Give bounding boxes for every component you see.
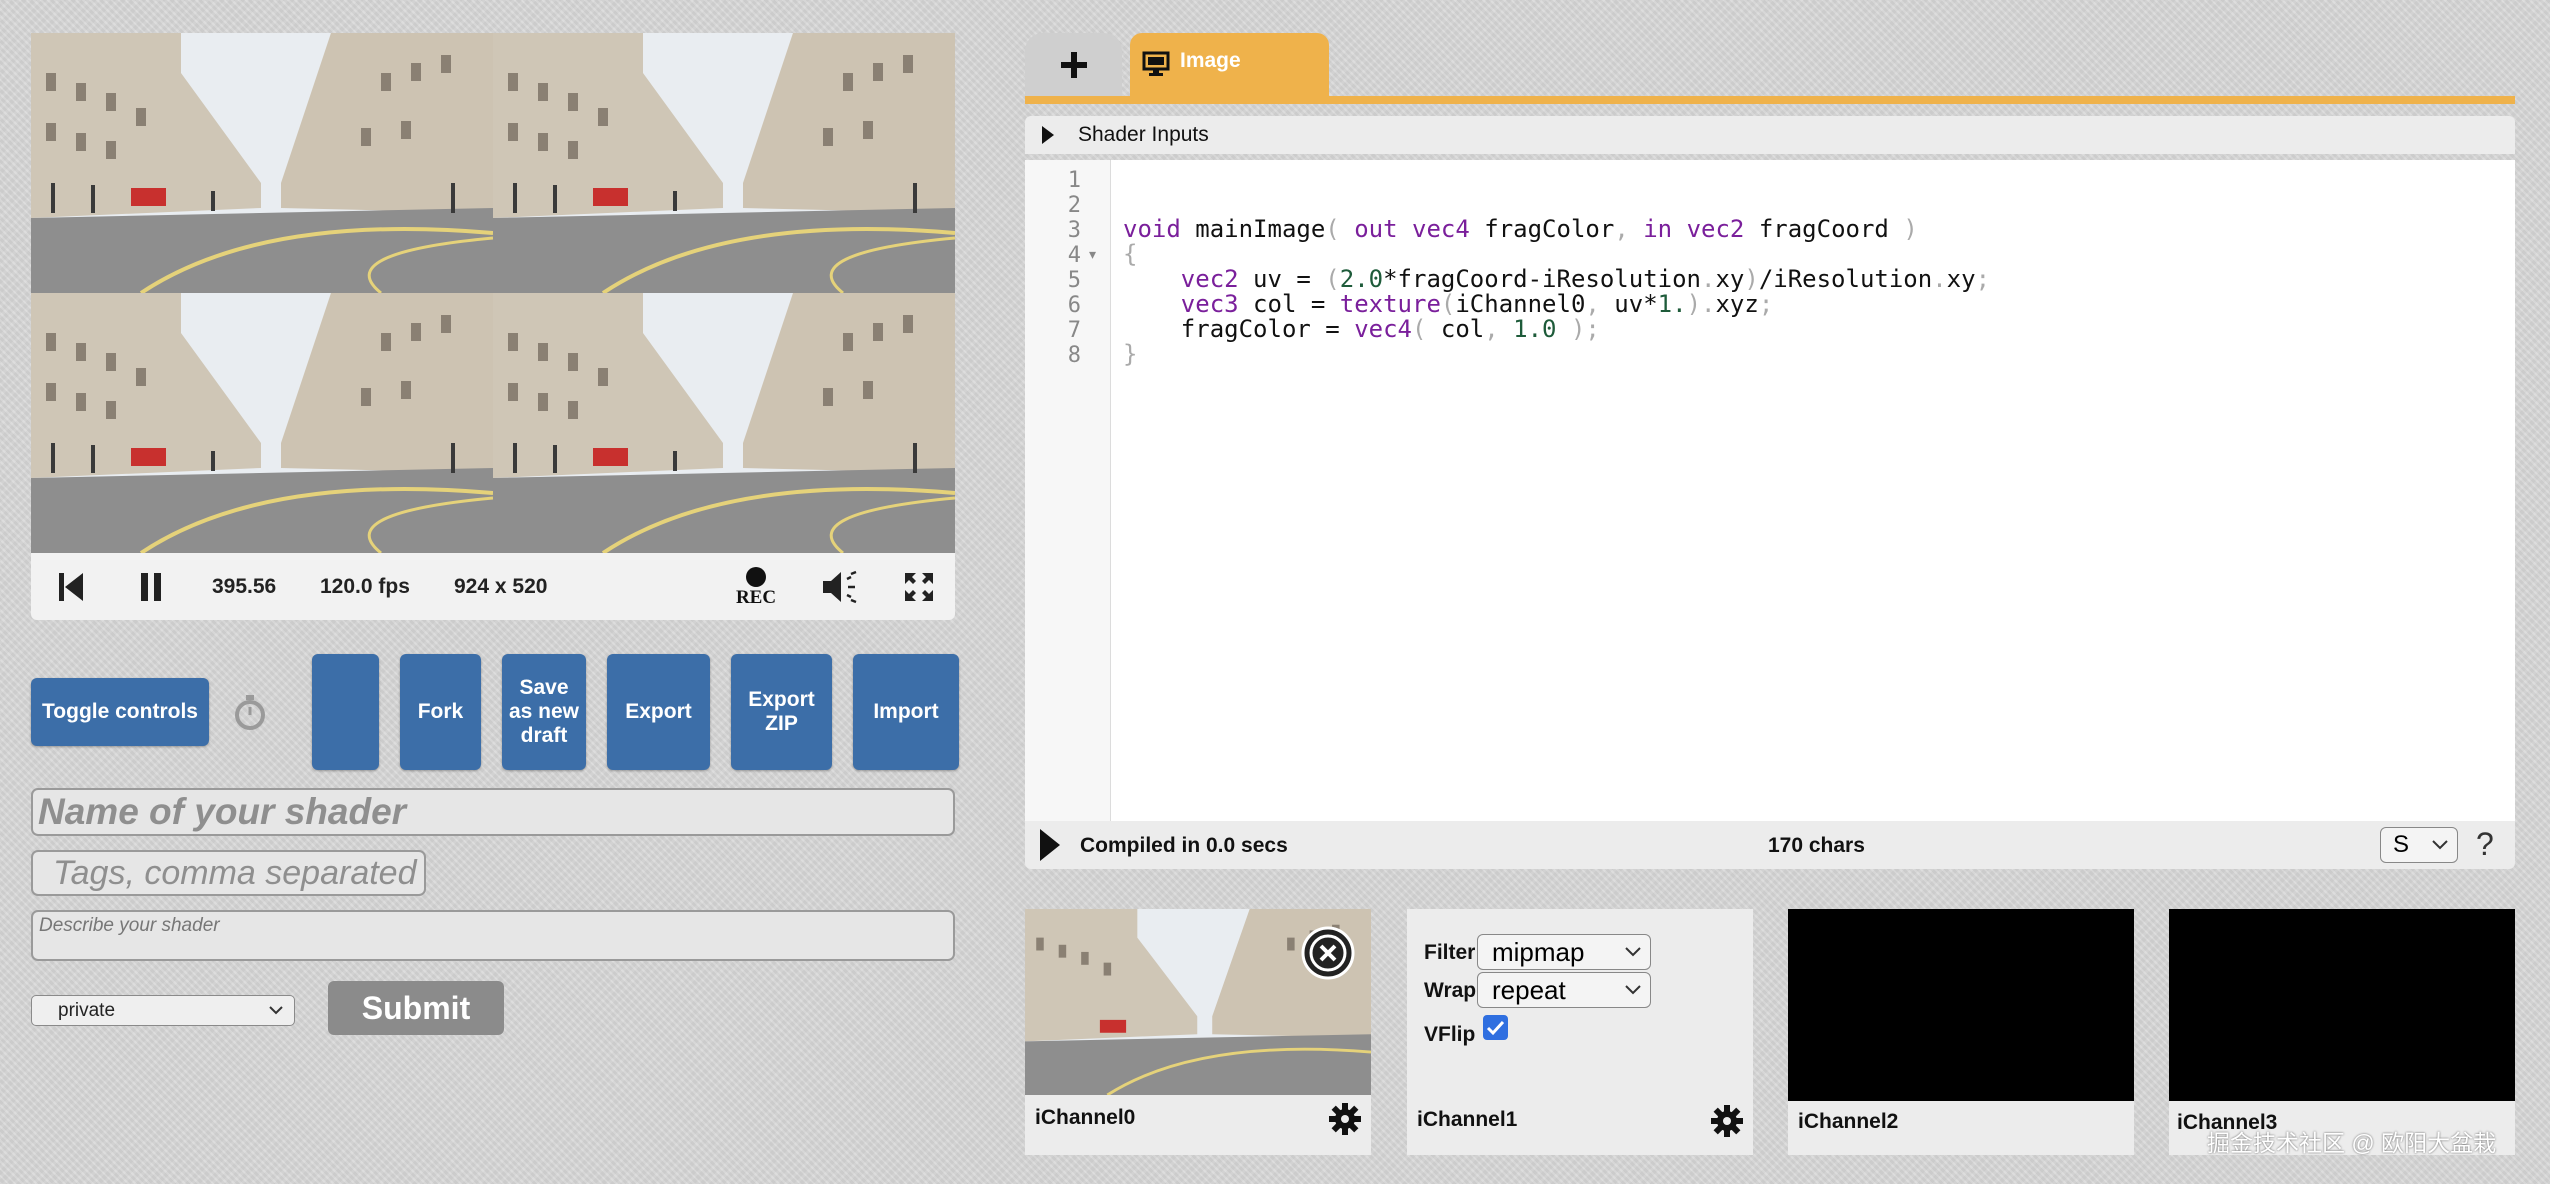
player-controls-bar: 395.56 120.0 fps 924 x 520 REC [31,553,955,620]
import-button[interactable]: Import [853,654,959,770]
pause-button[interactable] [131,553,171,620]
line-number: 6 [1067,293,1081,318]
compiled-status: Compiled in 0.0 secs [1080,834,1288,857]
channel-2-empty-slot[interactable] [1788,909,2134,1101]
visibility-select[interactable]: private [31,995,295,1026]
toggle-controls-button[interactable]: Toggle controls [31,678,209,746]
channel-1-label: iChannel1 [1417,1108,1518,1131]
line-number: 8 [1067,343,1081,368]
plus-icon [1060,51,1087,78]
code-line-4: { [1123,240,1138,268]
code-line-5: vec2 uv = (2.0*fragCoord-iResolution.xy)… [1180,265,1991,293]
line-number-gutter: 1 2 3 4 ▾ 5 6 7 8 [1025,160,1111,821]
chevron-down-icon [268,996,284,1034]
channel-2-panel[interactable]: iChannel2 [1788,909,2134,1155]
watermark-text: 掘金技术社区 @ 欧阳大盆栽 [2207,1130,2497,1156]
chevron-down-icon [2431,828,2449,872]
wrap-value: repeat [1492,975,1566,1005]
shader-inputs-label: Shader Inputs [1078,123,1209,146]
chevron-down-icon [1624,935,1642,977]
channel-0-panel[interactable]: iChannel0 [1025,909,1371,1155]
line-number: 4 [1067,243,1081,268]
filter-label: Filter [1424,941,1476,964]
font-size-select[interactable]: S [2380,827,2458,863]
preview-tile [31,33,493,293]
blank-button[interactable] [312,654,379,770]
preview-tile [31,293,493,553]
code-line-3: void mainImage( out vec4 fragColor, in v… [1123,215,1918,243]
char-count: 170 chars [1768,834,1865,857]
time-readout: 395.56 [212,575,277,598]
tab-image[interactable]: Image [1130,33,1329,96]
vflip-label: VFlip [1424,1023,1476,1046]
channel-3-panel[interactable]: iChannel3 [2169,909,2515,1155]
gear-icon[interactable] [1710,1104,1744,1138]
speaker-icon [823,570,857,603]
channel-0-label: iChannel0 [1035,1106,1136,1129]
wrap-select[interactable]: repeat [1477,972,1651,1008]
fork-button[interactable]: Fork [400,654,481,770]
pause-icon [141,572,161,601]
shader-inputs-toggle[interactable]: Shader Inputs [1025,116,2515,154]
code-line-7: fragColor = vec4( col, 1.0 ); [1123,315,1600,343]
channel-2-label: iChannel2 [1798,1110,1899,1133]
timer-icon[interactable] [232,692,268,732]
line-number: 2 [1067,193,1081,218]
preview-tile [493,293,955,553]
channel-1-panel[interactable]: Filter mipmap Wrap repeat VFlip iChannel… [1407,909,1753,1155]
wrap-label: Wrap [1424,979,1477,1002]
skip-back-icon [59,572,83,601]
visibility-value: private [58,1000,116,1021]
resolution-readout: 924 x 520 [454,575,548,598]
code-line-6: vec3 col = texture(iChannel0, uv*1.).xyz… [1180,290,1774,318]
chevron-down-icon [1624,973,1642,1015]
line-number: 5 [1067,268,1081,293]
tab-image-label: Image [1180,49,1241,72]
volume-button[interactable] [817,553,867,620]
shader-name-input[interactable]: Name of your shader [31,788,955,836]
save-draft-button[interactable]: Save as new draft [502,654,586,770]
help-button[interactable]: ? [2476,826,2494,863]
tags-input[interactable]: Tags, comma separated [31,850,426,896]
play-compile-icon[interactable] [1039,828,1061,862]
description-input[interactable]: Describe your shader [31,910,955,961]
code-line-8: } [1123,340,1138,368]
fold-arrow-icon[interactable]: ▾ [1089,246,1096,263]
triangle-right-icon [1042,126,1054,144]
rec-label: REC [735,586,777,608]
line-number: 1 [1067,168,1081,193]
submit-button[interactable]: Submit [328,981,504,1035]
code-editor[interactable]: 1 2 3 4 ▾ 5 6 7 8 void mainImage( out ve… [1025,160,2515,821]
shader-preview-canvas[interactable] [31,33,955,553]
close-channel-icon[interactable] [1300,925,1356,981]
filter-select[interactable]: mipmap [1477,934,1651,970]
font-size-value: S [2393,831,2410,858]
add-tab-button[interactable] [1025,33,1122,96]
check-icon [1486,1020,1505,1036]
filter-value: mipmap [1492,937,1585,967]
record-icon [746,566,766,587]
fps-readout: 120.0 fps [320,575,410,598]
record-button[interactable]: REC [731,553,781,620]
gear-icon[interactable] [1328,1102,1362,1136]
vflip-checkbox[interactable] [1483,1015,1508,1040]
line-number: 7 [1067,318,1081,343]
fullscreen-icon [905,572,933,601]
channel-3-empty-slot[interactable] [2169,909,2515,1101]
preview-tile [493,33,955,293]
tab-underline [1025,96,2515,104]
fullscreen-button[interactable] [899,553,939,620]
monitor-icon [1142,51,1170,76]
rewind-button[interactable] [51,553,91,620]
export-button[interactable]: Export [607,654,710,770]
line-number: 3 [1067,218,1081,243]
export-zip-button[interactable]: Export ZIP [731,654,832,770]
compile-status-bar: Compiled in 0.0 secs 170 chars S ? [1025,821,2515,869]
